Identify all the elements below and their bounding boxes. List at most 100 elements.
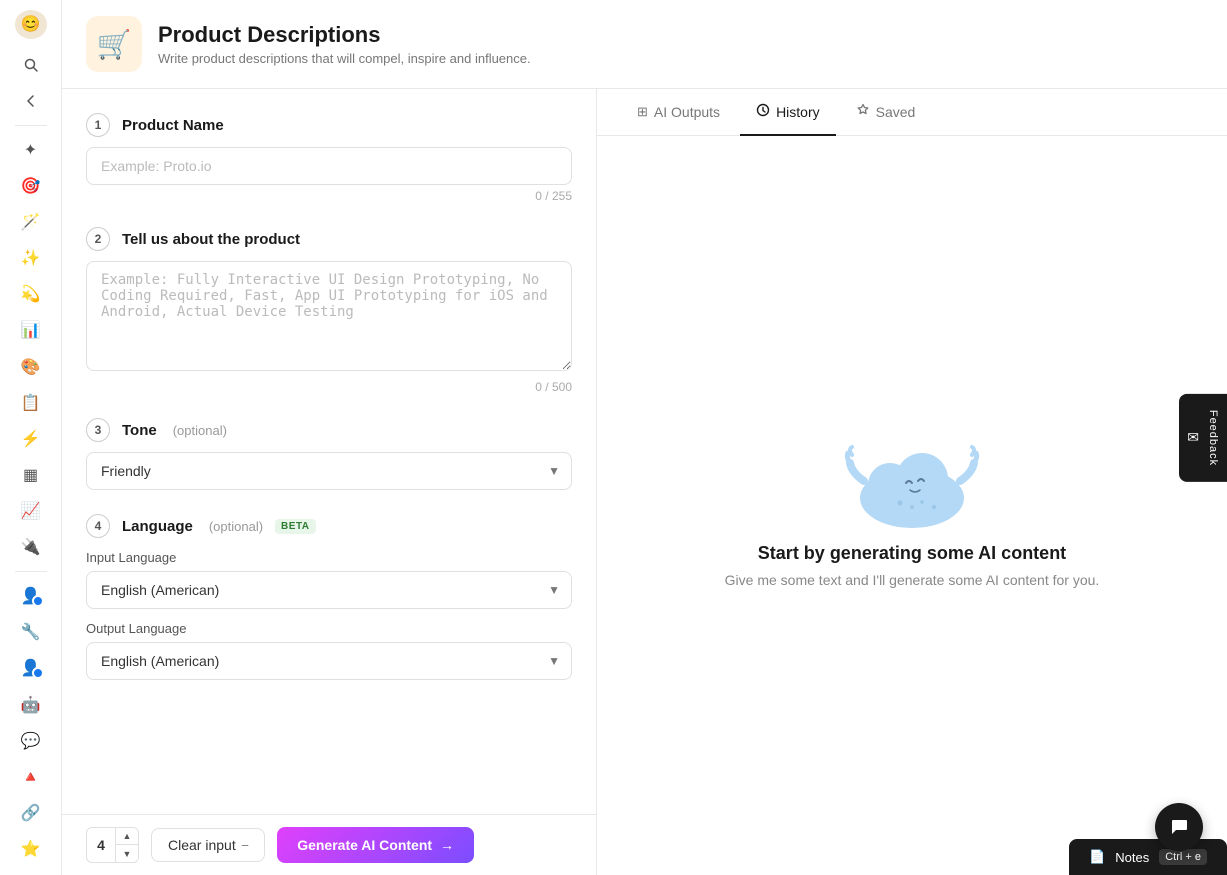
sidebar-item-star[interactable]: ⭐ <box>13 833 49 865</box>
content-area: 1 Product Name 0 / 255 2 Tell us about t… <box>62 89 1227 875</box>
credits-counter: 4 ▲ ▼ <box>86 827 139 863</box>
sidebar-item-tool[interactable]: 🔧 <box>13 616 49 648</box>
sidebar-item-robot[interactable]: 🤖 <box>13 688 49 720</box>
generate-label: Generate AI Content <box>297 837 432 853</box>
generate-arrow-icon: → <box>440 837 454 853</box>
section-4-header: 4 Language (optional) BETA <box>86 514 572 538</box>
sidebar-item-effects[interactable]: 💫 <box>13 278 49 310</box>
sidebar-item-facebook-2[interactable]: 👤 <box>13 652 49 684</box>
sidebar-divider-2 <box>15 571 47 572</box>
empty-state-subtitle: Give me some text and I'll generate some… <box>725 572 1100 588</box>
header-icon: 🛒 <box>86 16 142 72</box>
empty-state: Start by generating some AI content Give… <box>597 136 1227 875</box>
section-3-label: Tone <box>122 422 157 439</box>
tab-ai-outputs-label: AI Outputs <box>654 104 720 120</box>
sidebar-item-chart[interactable]: 📈 <box>13 495 49 527</box>
feedback-panel[interactable]: Feedback ✉ <box>1179 393 1227 481</box>
page-subtitle: Write product descriptions that will com… <box>158 51 531 66</box>
section-3-header: 3 Tone (optional) <box>86 418 572 442</box>
tab-saved[interactable]: Saved <box>840 89 932 136</box>
language-optional-label: (optional) <box>209 519 263 534</box>
history-icon <box>756 103 770 120</box>
form-area: 1 Product Name 0 / 255 2 Tell us about t… <box>62 89 596 814</box>
sidebar-item-grid[interactable]: ▦ <box>13 459 49 491</box>
sidebar-item-linkedin[interactable]: 🔗 <box>13 797 49 829</box>
section-tone: 3 Tone (optional) Friendly Professional … <box>86 418 572 490</box>
section-1-header: 1 Product Name <box>86 113 572 137</box>
notes-bar[interactable]: 📄 Notes Ctrl + e <box>1069 839 1227 875</box>
step-3-number: 3 <box>86 418 110 442</box>
credits-up-button[interactable]: ▲ <box>116 828 138 845</box>
product-name-char-count: 0 / 255 <box>86 189 572 203</box>
tone-select[interactable]: Friendly Professional Casual Formal Humo… <box>86 452 572 490</box>
section-product-name: 1 Product Name 0 / 255 <box>86 113 572 203</box>
tone-select-wrapper: Friendly Professional Casual Formal Humo… <box>86 452 572 490</box>
empty-state-title: Start by generating some AI content <box>758 543 1066 564</box>
section-4-label: Language <box>122 518 193 535</box>
saved-icon <box>856 103 870 120</box>
chat-button[interactable] <box>1155 803 1203 851</box>
sidebar-item-plugin[interactable]: 🔌 <box>13 531 49 563</box>
output-language-wrapper: English (American) English (British) Spa… <box>86 642 572 680</box>
notes-icon: 📄 <box>1089 849 1105 865</box>
sidebar-item-lightning[interactable]: ⚡ <box>13 423 49 455</box>
user-avatar[interactable]: 😊 <box>15 10 47 39</box>
step-1-number: 1 <box>86 113 110 137</box>
sidebar: 😊 ✦ 🎯 🪄 ✨ 💫 📊 🎨 📋 ⚡ ▦ 📈 🔌 👤 🔧 👤 🤖 💬 🔺 🔗 … <box>0 0 62 875</box>
sidebar-item-sparkles[interactable]: ✨ <box>13 242 49 274</box>
tabs: ⊞ AI Outputs History <box>597 89 1227 136</box>
header-text: Product Descriptions Write product descr… <box>158 22 531 66</box>
section-product-about: 2 Tell us about the product 0 / 500 <box>86 227 572 394</box>
sidebar-item-wand[interactable]: 🪄 <box>13 206 49 238</box>
feedback-mail-icon: ✉ <box>1187 429 1199 446</box>
generate-button[interactable]: Generate AI Content → <box>277 827 474 863</box>
tab-history[interactable]: History <box>740 89 836 136</box>
product-name-input[interactable] <box>86 147 572 185</box>
section-1-label: Product Name <box>122 117 224 134</box>
step-2-number: 2 <box>86 227 110 251</box>
page-title: Product Descriptions <box>158 22 531 48</box>
input-language-select[interactable]: English (American) English (British) Spa… <box>86 571 572 609</box>
bottom-bar: 4 ▲ ▼ Clear input ⎯ Generate AI Content … <box>62 814 596 875</box>
sidebar-item-clipboard[interactable]: 📋 <box>13 387 49 419</box>
sidebar-divider-1 <box>15 125 47 126</box>
input-language-label: Input Language <box>86 550 572 565</box>
credits-down-button[interactable]: ▼ <box>116 845 138 862</box>
section-2-header: 2 Tell us about the product <box>86 227 572 251</box>
product-about-char-count: 0 / 500 <box>86 380 572 394</box>
clear-label: Clear input <box>168 837 236 853</box>
sidebar-item-facebook-1[interactable]: 👤 <box>13 580 49 612</box>
step-4-number: 4 <box>86 514 110 538</box>
sidebar-item-triangle[interactable]: 🔺 <box>13 761 49 793</box>
feedback-label: Feedback <box>1207 409 1219 465</box>
sidebar-item-message[interactable]: 💬 <box>13 725 49 757</box>
tab-saved-label: Saved <box>876 104 916 120</box>
section-2-label: Tell us about the product <box>122 231 300 248</box>
output-language-select[interactable]: English (American) English (British) Spa… <box>86 642 572 680</box>
empty-state-cloud-illustration <box>822 423 1002 543</box>
search-icon[interactable] <box>13 49 49 81</box>
sidebar-item-design[interactable]: 🎨 <box>13 350 49 382</box>
sidebar-item-analytics[interactable]: 📊 <box>13 314 49 346</box>
beta-badge: BETA <box>275 519 315 534</box>
output-language-label: Output Language <box>86 621 572 636</box>
clear-input-button[interactable]: Clear input ⎯ <box>151 828 265 862</box>
product-about-textarea[interactable] <box>86 261 572 371</box>
section-language: 4 Language (optional) BETA Input Languag… <box>86 514 572 680</box>
notes-label: Notes <box>1115 850 1149 865</box>
clear-icon: ⎯ <box>242 837 249 853</box>
right-panel: ⊞ AI Outputs History <box>597 89 1227 875</box>
back-icon[interactable] <box>13 85 49 117</box>
credits-arrows: ▲ ▼ <box>115 828 138 862</box>
page-header: 🛒 Product Descriptions Write product des… <box>62 0 1227 89</box>
input-language-wrapper: English (American) English (British) Spa… <box>86 571 572 609</box>
sidebar-item-magic[interactable]: ✦ <box>13 134 49 166</box>
ai-outputs-icon: ⊞ <box>637 104 648 120</box>
left-panel: 1 Product Name 0 / 255 2 Tell us about t… <box>62 89 597 875</box>
main-content: 🛒 Product Descriptions Write product des… <box>62 0 1227 875</box>
notes-shortcut: Ctrl + e <box>1159 849 1207 865</box>
sidebar-item-targeting[interactable]: 🎯 <box>13 170 49 202</box>
credits-value: 4 <box>87 837 115 853</box>
tab-ai-outputs[interactable]: ⊞ AI Outputs <box>621 90 736 136</box>
tab-history-label: History <box>776 104 820 120</box>
